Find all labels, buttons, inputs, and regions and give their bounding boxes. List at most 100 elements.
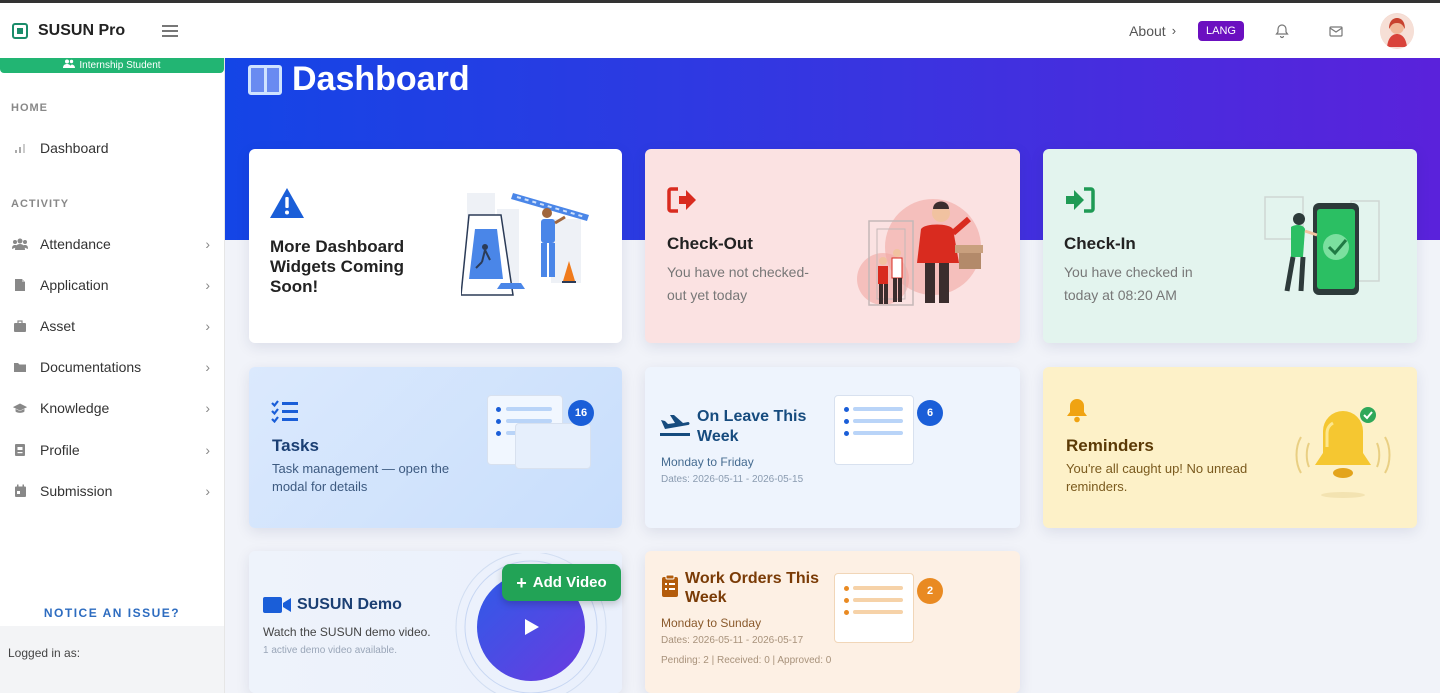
id-card-icon xyxy=(12,443,28,457)
leave-dates: Dates: 2026-05-11 - 2026-05-15 xyxy=(661,474,804,485)
top-bar: SUSUN Pro About › LANG xyxy=(0,0,1440,58)
briefcase-icon xyxy=(12,319,28,333)
chevron-right-icon: › xyxy=(205,359,210,375)
work-orders-range: Monday to Sunday xyxy=(661,616,762,630)
brand[interactable]: SUSUN Pro xyxy=(12,22,226,40)
leave-count-badge: 6 xyxy=(917,400,943,426)
card-title: Work Orders This Week xyxy=(685,570,819,606)
sidebar-item-knowledge[interactable]: Knowledge › xyxy=(0,393,224,423)
sidebar: Internship Student HOME Dashboard ACTIVI… xyxy=(0,58,225,693)
about-link[interactable]: About › xyxy=(1129,23,1176,39)
sidebar-item-dashboard[interactable]: Dashboard xyxy=(0,133,224,163)
notice-issue-link[interactable]: NOTICE AN ISSUE? xyxy=(0,606,224,620)
logged-in-label: Logged in as: xyxy=(8,646,81,660)
calendar-icon xyxy=(12,484,28,498)
card-sub-text: 1 active demo video available. xyxy=(263,645,397,656)
brand-name: SUSUN Pro xyxy=(38,21,126,39)
leave-doc-illustration xyxy=(834,395,914,465)
section-title-activity: ACTIVITY xyxy=(11,198,70,210)
plus-icon: + xyxy=(516,572,527,593)
card-title: More Dashboard Widgets Coming Soon! xyxy=(270,237,405,296)
file-icon xyxy=(12,278,28,292)
chevron-right-icon: › xyxy=(205,400,210,416)
language-button[interactable]: LANG xyxy=(1198,20,1244,41)
sidebar-item-documentations[interactable]: Documentations › xyxy=(0,352,224,382)
sidebar-item-label: Asset xyxy=(40,318,76,334)
warning-icon xyxy=(269,187,305,224)
bell-icon[interactable] xyxy=(1272,21,1292,41)
work-orders-doc-illustration xyxy=(834,573,914,643)
chevron-right-icon: › xyxy=(205,442,210,458)
page-title-text: Dashboard xyxy=(292,60,470,98)
card-check-out[interactable]: Check-Out You have not checked-out yet t… xyxy=(645,149,1020,343)
card-text: You're all caught up! No unread reminder… xyxy=(1066,461,1248,494)
card-title: Check-In xyxy=(1064,234,1136,253)
card-text: You have not checked-out yet today xyxy=(667,264,809,303)
card-title: Check-Out xyxy=(667,234,753,253)
card-check-in[interactable]: Check-In You have checked in today at 08… xyxy=(1043,149,1417,343)
sidebar-item-attendance[interactable]: Attendance › xyxy=(0,229,224,259)
sidebar-item-label: Application xyxy=(40,277,109,293)
role-badge-label: Internship Student xyxy=(79,60,161,71)
sign-in-icon xyxy=(1064,187,1096,218)
sidebar-item-label: Knowledge xyxy=(40,400,110,416)
task-count-badge: 16 xyxy=(568,400,594,426)
sidebar-item-label: Documentations xyxy=(40,359,142,375)
check-out-illustration xyxy=(855,189,990,314)
card-title: Reminders xyxy=(1066,436,1154,455)
chevron-right-icon: › xyxy=(1171,23,1177,38)
sign-out-icon xyxy=(667,187,697,218)
menu-toggle-icon[interactable] xyxy=(162,24,178,37)
logged-in-panel: Logged in as: xyxy=(0,626,224,693)
sidebar-item-asset[interactable]: Asset › xyxy=(0,311,224,341)
task-doc-back xyxy=(515,423,591,469)
sidebar-item-label: Submission xyxy=(40,483,113,499)
card-coming-soon: More Dashboard Widgets Coming Soon! xyxy=(249,149,622,343)
add-video-button[interactable]: + Add Video xyxy=(502,564,621,601)
card-tasks[interactable]: Tasks Task management — open the modal f… xyxy=(249,367,622,528)
sidebar-item-submission[interactable]: Submission › xyxy=(0,476,224,506)
section-title-home: HOME xyxy=(11,102,48,114)
card-title: SUSUN Demo xyxy=(297,596,402,613)
sidebar-item-label: Profile xyxy=(40,442,80,458)
add-video-label: Add Video xyxy=(532,574,607,591)
users-icon xyxy=(63,58,76,73)
user-avatar[interactable] xyxy=(1380,12,1414,49)
work-orders-count-badge: 2 xyxy=(917,578,943,604)
check-in-illustration xyxy=(1255,189,1385,306)
task-list-icon xyxy=(271,399,299,428)
card-reminders[interactable]: Reminders You're all caught up! No unrea… xyxy=(1043,367,1417,528)
chevron-right-icon: › xyxy=(205,236,210,252)
construction-illustration xyxy=(460,189,591,306)
card-text: Watch the SUSUN demo video. xyxy=(263,625,431,639)
work-orders-dates: Dates: 2026-05-11 - 2026-05-17 xyxy=(661,635,804,646)
card-work-orders[interactable]: Work Orders This Week Monday to Sunday D… xyxy=(645,551,1020,693)
bell-icon xyxy=(1065,397,1089,428)
work-orders-stats: Pending: 2 | Received: 0 | Approved: 0 xyxy=(661,655,832,666)
about-label: About xyxy=(1129,22,1166,39)
clipboard-icon xyxy=(661,574,679,603)
chevron-right-icon: › xyxy=(205,277,210,293)
card-title: Tasks xyxy=(272,436,319,455)
sidebar-item-label: Dashboard xyxy=(40,140,109,156)
card-text: Task management — open the modal for det… xyxy=(272,461,450,494)
sidebar-item-application[interactable]: Application › xyxy=(0,270,224,300)
card-title: On Leave This Week xyxy=(697,408,807,445)
brand-logo-icon xyxy=(12,22,28,39)
graduation-cap-icon xyxy=(12,401,28,415)
bar-chart-icon xyxy=(12,141,28,155)
folder-icon xyxy=(12,360,28,374)
bell-illustration xyxy=(1293,403,1393,508)
video-camera-icon xyxy=(263,596,291,619)
mail-icon[interactable] xyxy=(1326,21,1346,41)
chevron-right-icon: › xyxy=(205,318,210,334)
role-badge: Internship Student xyxy=(0,58,224,73)
card-on-leave[interactable]: On Leave This Week Monday to Friday Date… xyxy=(645,367,1020,528)
sidebar-item-profile[interactable]: Profile › xyxy=(0,435,224,465)
chevron-right-icon: › xyxy=(205,483,210,499)
page-title: Dashboard xyxy=(248,60,470,99)
sidebar-item-label: Attendance xyxy=(40,236,111,252)
plane-icon xyxy=(660,413,690,442)
columns-icon xyxy=(248,64,282,95)
users-icon xyxy=(12,237,28,251)
